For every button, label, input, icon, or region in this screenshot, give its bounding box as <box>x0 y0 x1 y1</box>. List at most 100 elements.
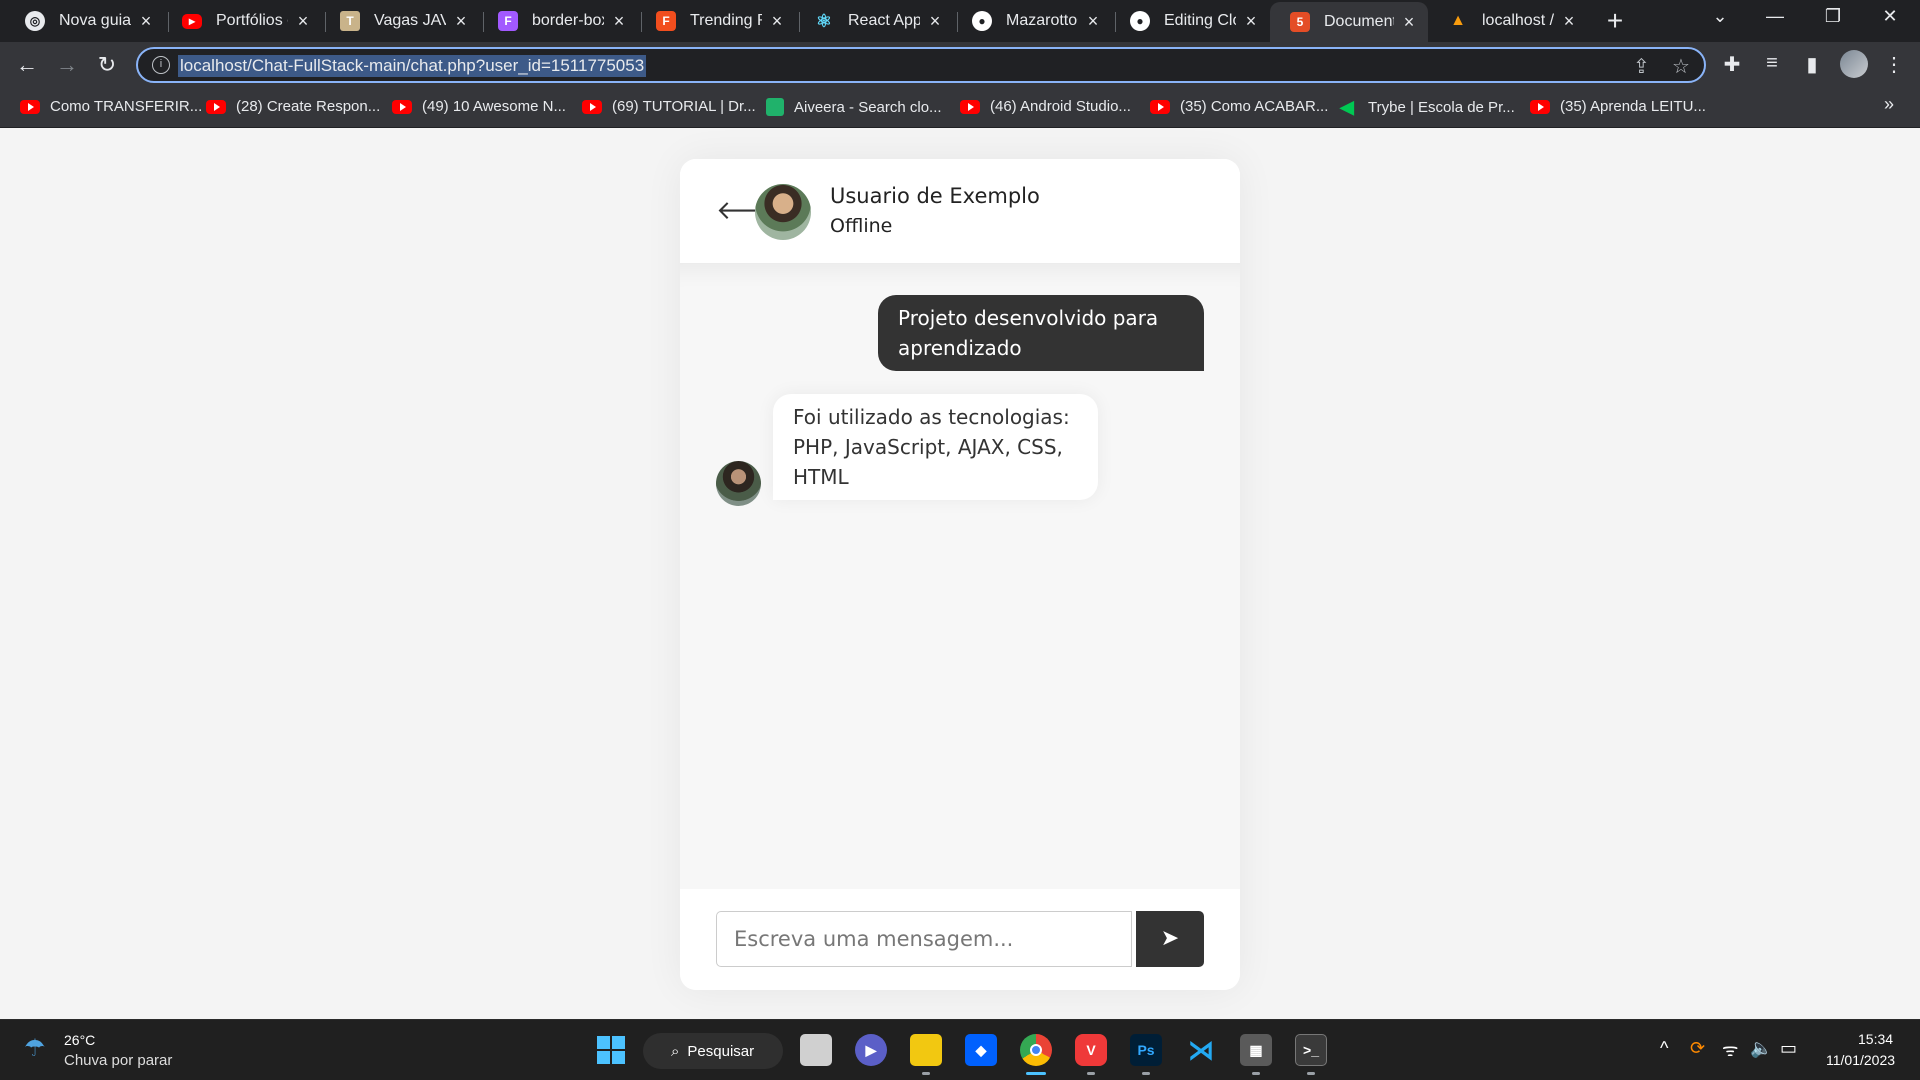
close-icon[interactable]: × <box>768 11 786 32</box>
send-button[interactable]: ➤ <box>1136 911 1204 967</box>
figma-icon: F <box>656 11 676 31</box>
tab-trending[interactable]: F Trending Re × <box>636 4 796 38</box>
media-control-icon[interactable]: ≡ <box>1758 52 1786 75</box>
extensions-icon[interactable]: ✚ <box>1718 52 1746 77</box>
youtube-icon <box>1530 99 1550 114</box>
tab-mazarotto[interactable]: ● MazarottoC × <box>952 4 1112 38</box>
profile-avatar[interactable] <box>1840 50 1868 78</box>
forward-button[interactable]: → <box>52 50 82 80</box>
clock-time[interactable]: 15:34 <box>1858 1031 1893 1047</box>
youtube-icon <box>20 99 40 114</box>
tab-search-icon[interactable]: ⌄ <box>1700 6 1740 27</box>
wifi-icon[interactable]: ᯤ <box>1722 1038 1738 1062</box>
search-icon: ⌕ <box>671 1042 680 1060</box>
restore-button[interactable]: ❐ <box>1813 6 1853 27</box>
youtube-icon <box>392 99 412 114</box>
photoshop-icon[interactable]: Ps <box>1130 1034 1162 1066</box>
close-icon[interactable]: × <box>294 11 312 32</box>
tab-portfolios[interactable]: ▸ Portfólios c × <box>162 4 322 38</box>
address-bar[interactable]: i localhost/Chat-FullStack-main/chat.php… <box>136 47 1706 83</box>
user-name: Usuario de Exemplo <box>830 184 1040 208</box>
html5-icon: 5 <box>1290 12 1310 32</box>
bookmarks-bar: Como TRANSFERIR... (28) Create Respon...… <box>0 88 1920 128</box>
chat-messages: Projeto desenvolvido para aprendizado Fo… <box>680 264 1240 889</box>
github-icon: ● <box>972 11 992 31</box>
vivaldi-icon[interactable]: V <box>1075 1034 1107 1066</box>
file-explorer-icon[interactable] <box>910 1034 942 1066</box>
minimize-button[interactable]: — <box>1755 6 1795 27</box>
tab-localhost[interactable]: ▲ localhost / × <box>1428 4 1588 38</box>
url-text[interactable]: localhost/Chat-FullStack-main/chat.php?u… <box>178 55 647 77</box>
tray-overflow-icon[interactable]: ^ <box>1660 1038 1668 1059</box>
bookmark-item[interactable]: (28) Create Respon... <box>206 98 380 115</box>
toolbar: ← → ↻ i localhost/Chat-FullStack-main/ch… <box>0 42 1920 88</box>
vscode-icon[interactable]: ⋊ <box>1185 1034 1217 1066</box>
close-icon[interactable]: × <box>610 11 628 32</box>
outgoing-message: Projeto desenvolvido para aprendizado <box>878 295 1204 371</box>
figma-icon: F <box>498 11 518 31</box>
aiveera-icon <box>766 98 784 116</box>
share-icon[interactable]: ⇪ <box>1633 54 1650 79</box>
bookmark-item[interactable]: Aiveera - Search clo... <box>766 98 942 116</box>
close-window-button[interactable]: ✕ <box>1870 6 1910 27</box>
close-icon[interactable]: × <box>137 11 155 32</box>
youtube-icon <box>1150 99 1170 114</box>
chat-header: 🡐 Usuario de Exemplo Offline <box>680 159 1240 264</box>
side-panel-icon[interactable]: ▮ <box>1798 52 1826 77</box>
dropbox-icon[interactable]: ◆ <box>965 1034 997 1066</box>
weather-description[interactable]: Chuva por parar <box>64 1052 172 1069</box>
taskbar: ☂ 26°C Chuva por parar ⌕ Pesquisar ▶ ◆ V … <box>0 1019 1920 1080</box>
chat-teams-icon[interactable]: ▶ <box>855 1034 887 1066</box>
taskbar-search[interactable]: ⌕ Pesquisar <box>643 1033 783 1069</box>
message-input[interactable]: Escreva uma mensagem... <box>716 911 1132 967</box>
bookmark-item[interactable]: (46) Android Studio... <box>960 98 1131 115</box>
reload-button[interactable]: ↻ <box>92 50 122 80</box>
sync-icon[interactable]: ⟳ <box>1690 1038 1705 1059</box>
close-icon[interactable]: × <box>1560 11 1578 32</box>
bookmark-item[interactable]: ◀ Trybe | Escola de Pr... <box>1340 98 1515 116</box>
page-viewport: 🡐 Usuario de Exemplo Offline Projeto des… <box>0 129 1920 1019</box>
bookmark-item[interactable]: (49) 10 Awesome N... <box>392 98 566 115</box>
tab-document[interactable]: 5 Document × <box>1270 2 1428 42</box>
rain-umbrella-icon[interactable]: ☂ <box>24 1034 46 1063</box>
chrome-taskbar-icon[interactable] <box>1020 1034 1052 1066</box>
incoming-message: Foi utilizado as tecnologias: PHP, JavaS… <box>773 394 1098 500</box>
typing-area: Escreva uma mensagem... ➤ <box>680 889 1240 990</box>
bookmark-star-icon[interactable]: ☆ <box>1672 54 1690 79</box>
tab-border-box[interactable]: F border-box × <box>478 4 638 38</box>
tab-strip: ◎ Nova guia × ▸ Portfólios c × T Vagas J… <box>0 0 1920 42</box>
menu-icon[interactable]: ⋮ <box>1880 52 1908 77</box>
bookmark-item[interactable]: (35) Como ACABAR... <box>1150 98 1328 115</box>
phpmyadmin-icon: ▲ <box>1450 12 1466 29</box>
volume-icon[interactable]: 🔈 <box>1750 1038 1772 1059</box>
terminal-icon[interactable]: >_ <box>1295 1034 1327 1066</box>
close-icon[interactable]: × <box>926 11 944 32</box>
bookmarks-overflow-icon[interactable]: » <box>1884 94 1894 115</box>
new-tab-button[interactable]: + <box>1600 7 1630 35</box>
tab-editing[interactable]: ● Editing Clor × <box>1110 4 1270 38</box>
hammer-icon: T <box>340 11 360 31</box>
info-icon[interactable]: i <box>152 56 170 74</box>
weather-temperature[interactable]: 26°C <box>64 1032 95 1048</box>
calculator-icon[interactable]: ▦ <box>1240 1034 1272 1066</box>
bookmark-item[interactable]: (35) Aprenda LEITU... <box>1530 98 1706 115</box>
close-icon[interactable]: × <box>1242 11 1260 32</box>
send-icon: ➤ <box>1160 926 1180 951</box>
react-icon: ⚛ <box>815 10 833 31</box>
battery-icon[interactable]: ▭ <box>1780 1038 1797 1059</box>
tab-nova-guia[interactable]: ◎ Nova guia × <box>5 4 165 38</box>
windows-start-icon[interactable] <box>595 1034 627 1066</box>
close-icon[interactable]: × <box>1084 11 1102 32</box>
task-view-icon[interactable] <box>800 1034 832 1066</box>
chrome-icon: ◎ <box>25 11 45 31</box>
close-icon[interactable]: × <box>452 11 470 32</box>
user-status: Offline <box>830 215 893 237</box>
bookmark-item[interactable]: (69) TUTORIAL | Dr... <box>582 98 756 115</box>
avatar <box>755 184 811 240</box>
tab-vagas-java[interactable]: T Vagas JAVA × <box>320 4 480 38</box>
back-button[interactable]: ← <box>12 50 42 80</box>
close-icon[interactable]: × <box>1400 12 1418 33</box>
clock-date[interactable]: 11/01/2023 <box>1826 1052 1895 1068</box>
bookmark-item[interactable]: Como TRANSFERIR... <box>20 98 202 115</box>
tab-react-app[interactable]: ⚛ React App × <box>794 4 954 38</box>
